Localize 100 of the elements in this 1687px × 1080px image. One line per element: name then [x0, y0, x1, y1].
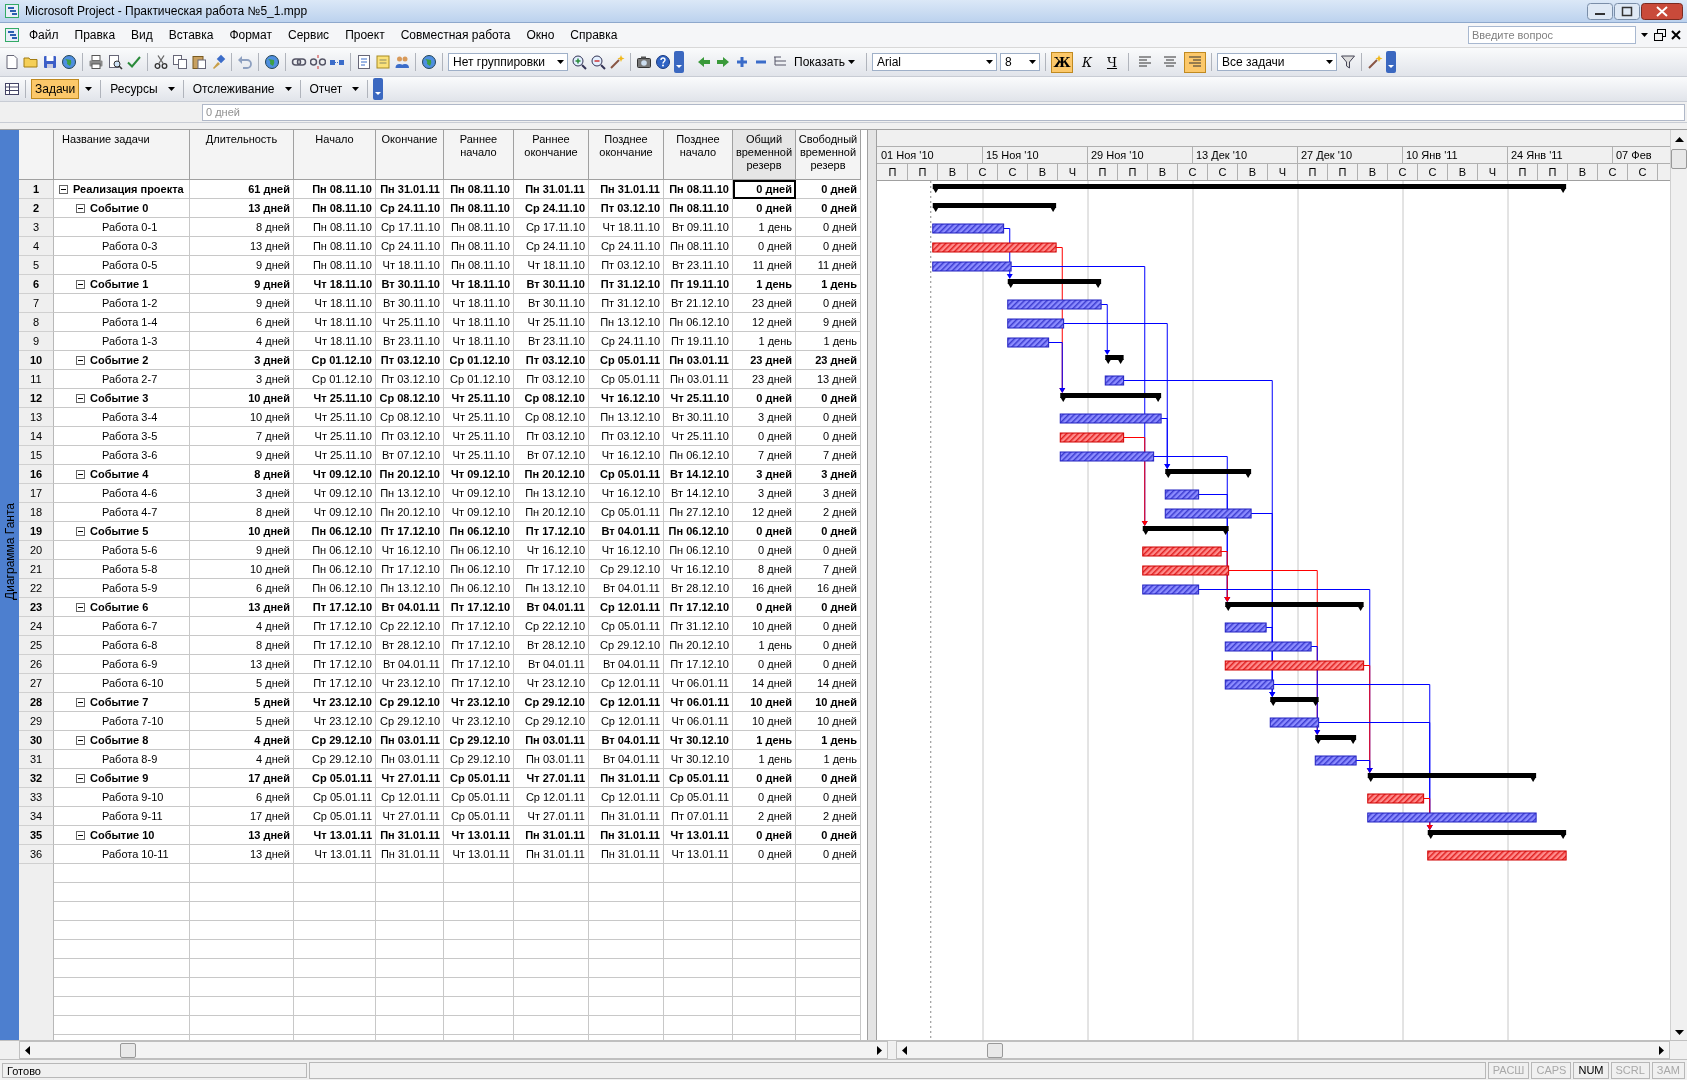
menu-item[interactable]: Сервис	[281, 26, 337, 44]
row-number-cell[interactable]: 25	[19, 636, 54, 655]
empty-cell[interactable]	[444, 902, 514, 921]
empty-cell[interactable]	[514, 883, 589, 902]
empty-cell[interactable]	[664, 997, 733, 1016]
empty-cell[interactable]	[294, 940, 376, 959]
empty-cell[interactable]	[444, 1016, 514, 1035]
caret-icon[interactable]	[167, 87, 175, 91]
collapse-icon[interactable]	[76, 773, 85, 783]
row-number-cell[interactable]: 34	[19, 807, 54, 826]
font-style-button[interactable]: Ч	[1101, 51, 1123, 73]
row-number-cell[interactable]: 20	[19, 541, 54, 560]
summary-bar[interactable]	[932, 203, 1057, 212]
empty-cell[interactable]	[294, 997, 376, 1016]
question-field[interactable]: Введите вопрос	[1468, 26, 1636, 44]
empty-cell[interactable]	[664, 883, 733, 902]
empty-cell[interactable]	[733, 940, 796, 959]
menu-item[interactable]: Правка	[67, 26, 123, 44]
empty-cell[interactable]	[514, 997, 589, 1016]
collapse-icon[interactable]	[76, 469, 85, 479]
row-number-cell[interactable]: 6	[19, 275, 54, 294]
toolbar-options-icon[interactable]	[674, 51, 684, 73]
empty-cell[interactable]	[589, 1016, 664, 1035]
empty-cell[interactable]	[664, 959, 733, 978]
collapse-icon[interactable]	[76, 393, 85, 403]
row-number-cell[interactable]: 17	[19, 484, 54, 503]
empty-cell[interactable]	[664, 864, 733, 883]
summary-bar[interactable]	[1270, 697, 1319, 706]
caret-icon[interactable]	[352, 87, 360, 91]
empty-cell[interactable]	[190, 902, 294, 921]
empty-cell[interactable]	[514, 940, 589, 959]
row-number-cell[interactable]	[19, 864, 54, 884]
zoom-out-icon[interactable]	[590, 54, 606, 70]
task-bar[interactable]	[1007, 318, 1065, 329]
summary-bar[interactable]	[1142, 526, 1229, 535]
empty-cell[interactable]	[589, 978, 664, 997]
summary-bar[interactable]	[932, 184, 1567, 193]
collapse-icon[interactable]	[76, 830, 85, 840]
arrow-left-icon[interactable]	[696, 54, 712, 70]
empty-cell[interactable]	[796, 978, 861, 997]
empty-cell[interactable]	[190, 883, 294, 902]
task-bar[interactable]	[1224, 679, 1275, 690]
empty-cell[interactable]	[733, 959, 796, 978]
menu-item[interactable]: Файл	[22, 26, 66, 44]
empty-cell[interactable]	[514, 978, 589, 997]
empty-cell[interactable]	[796, 997, 861, 1016]
empty-cell[interactable]	[796, 1016, 861, 1035]
row-number-cell[interactable]: 36	[19, 845, 54, 864]
empty-cell[interactable]	[733, 997, 796, 1016]
row-number-cell[interactable]: 7	[19, 294, 54, 313]
funnel-icon[interactable]	[1340, 54, 1356, 70]
summary-bar[interactable]	[1105, 355, 1124, 364]
guide-tab[interactable]: Задачи	[31, 79, 80, 99]
camera-icon[interactable]	[636, 54, 652, 70]
empty-cell[interactable]	[190, 959, 294, 978]
show-menu-button[interactable]: Показать	[791, 55, 861, 69]
empty-cell[interactable]	[444, 978, 514, 997]
empty-cell[interactable]	[514, 864, 589, 883]
empty-cell[interactable]	[294, 864, 376, 883]
summary-bar[interactable]	[1007, 279, 1102, 288]
copy-icon[interactable]	[172, 54, 188, 70]
empty-cell[interactable]	[796, 921, 861, 940]
menu-item[interactable]: Формат	[222, 26, 280, 44]
empty-cell[interactable]	[733, 864, 796, 883]
empty-cell[interactable]	[376, 997, 444, 1016]
column-header[interactable]: Длительность	[190, 130, 294, 180]
task-bar[interactable]	[1164, 508, 1252, 519]
summary-bar[interactable]	[1165, 469, 1252, 478]
task-bar[interactable]	[1224, 622, 1267, 633]
row-number-cell[interactable]: 16	[19, 465, 54, 484]
empty-cell[interactable]	[444, 940, 514, 959]
task-bar[interactable]	[1164, 489, 1200, 500]
task-bar[interactable]	[1314, 755, 1357, 766]
empty-cell[interactable]	[376, 921, 444, 940]
menu-item[interactable]: Проект	[338, 26, 392, 44]
align-right-button[interactable]	[1184, 51, 1206, 73]
caret-icon[interactable]	[1326, 60, 1333, 64]
row-number-cell[interactable]: 2	[19, 199, 54, 218]
globe-icon[interactable]	[264, 54, 280, 70]
document-lines-icon[interactable]	[356, 54, 372, 70]
row-number-cell[interactable]: 33	[19, 788, 54, 807]
task-bar[interactable]	[1007, 337, 1050, 348]
caret-icon[interactable]	[848, 60, 855, 64]
empty-cell[interactable]	[589, 940, 664, 959]
collapse-icon[interactable]	[76, 279, 85, 289]
task-bar[interactable]	[1059, 451, 1155, 462]
summary-bar[interactable]	[1060, 393, 1162, 402]
horizontal-scrollbar[interactable]	[19, 1041, 888, 1059]
collapse-icon[interactable]	[76, 735, 85, 745]
font-style-button[interactable]: Ж	[1051, 51, 1073, 73]
empty-cell[interactable]	[444, 864, 514, 883]
empty-cell[interactable]	[294, 902, 376, 921]
empty-cell[interactable]	[589, 921, 664, 940]
column-header[interactable]: Общий временной резерв	[733, 130, 796, 180]
empty-cell[interactable]	[376, 883, 444, 902]
empty-cell[interactable]	[589, 883, 664, 902]
empty-cell[interactable]	[733, 883, 796, 902]
empty-cell[interactable]	[376, 1016, 444, 1035]
font-style-button[interactable]: К	[1076, 51, 1098, 73]
caret-icon[interactable]	[1029, 60, 1036, 64]
